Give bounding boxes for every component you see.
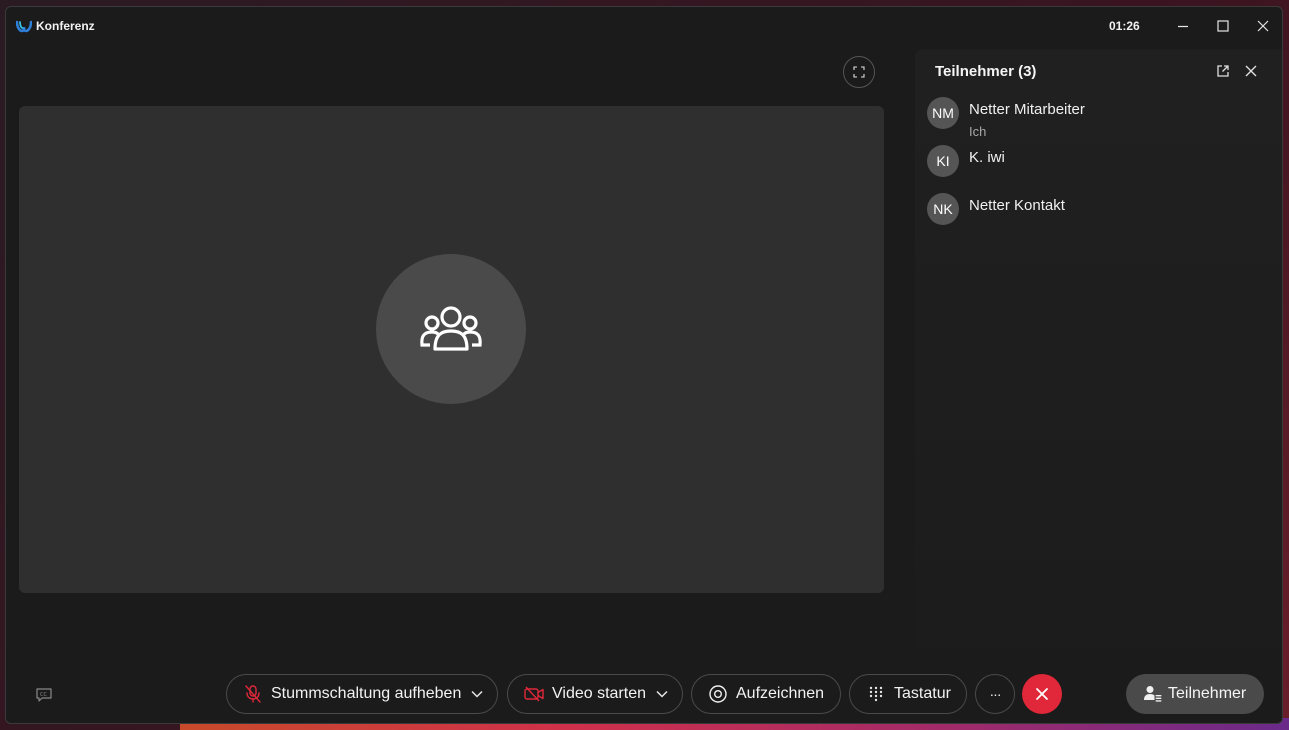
participants-button[interactable]: Teilnehmer bbox=[1126, 674, 1264, 714]
panel-title: Teilnehmer (3) bbox=[935, 63, 1037, 80]
more-options-button[interactable]: ··· bbox=[975, 674, 1015, 714]
minimize-icon bbox=[1178, 25, 1188, 28]
record-button[interactable]: Aufzeichnen bbox=[691, 674, 841, 714]
window-close-button[interactable] bbox=[1251, 15, 1275, 37]
close-icon bbox=[1245, 65, 1257, 77]
webex-logo-icon bbox=[16, 20, 32, 33]
participants-panel: Teilnehmer (3) NM Netter Mitarbeiter Ich… bbox=[915, 49, 1282, 649]
end-call-button[interactable] bbox=[1022, 674, 1062, 714]
fullscreen-button[interactable] bbox=[843, 56, 875, 88]
participant-row[interactable]: KI K. iwi bbox=[927, 145, 1267, 185]
panel-close-button[interactable] bbox=[1241, 61, 1261, 81]
title-bar: Konferenz 01:26 bbox=[6, 7, 1282, 45]
minimize-button[interactable] bbox=[1171, 15, 1195, 37]
keypad-label: Tastatur bbox=[894, 685, 951, 702]
fullscreen-icon bbox=[853, 66, 865, 78]
mic-off-icon bbox=[243, 684, 263, 704]
group-avatar bbox=[376, 254, 526, 404]
keypad-icon bbox=[866, 684, 886, 704]
unmute-button[interactable]: Stummschaltung aufheben bbox=[226, 674, 498, 714]
chevron-down-icon[interactable] bbox=[656, 690, 668, 698]
video-stage bbox=[19, 106, 884, 593]
app-title: Konferenz bbox=[36, 19, 95, 33]
captions-button[interactable]: CC bbox=[33, 684, 55, 706]
more-options-label: ··· bbox=[989, 686, 1002, 702]
meeting-timer: 01:26 bbox=[1109, 19, 1140, 33]
maximize-icon bbox=[1217, 20, 1229, 32]
participant-name: K. iwi bbox=[969, 149, 1005, 166]
avatar: NM bbox=[927, 97, 959, 129]
avatar: NK bbox=[927, 193, 959, 225]
start-video-label: Video starten bbox=[552, 685, 646, 702]
participant-name: Netter Mitarbeiter bbox=[969, 101, 1085, 118]
participant-subtitle: Ich bbox=[969, 124, 987, 139]
record-icon bbox=[708, 684, 728, 704]
maximize-button[interactable] bbox=[1211, 15, 1235, 37]
avatar: KI bbox=[927, 145, 959, 177]
app-window: Konferenz 01:26 Teilnehmer (3) NM Netter… bbox=[5, 6, 1283, 724]
pop-out-button[interactable] bbox=[1213, 61, 1233, 81]
person-list-icon bbox=[1144, 685, 1162, 703]
participants-button-label: Teilnehmer bbox=[1168, 685, 1247, 702]
participant-row[interactable]: NK Netter Kontakt bbox=[927, 193, 1267, 233]
close-icon bbox=[1257, 20, 1269, 32]
participant-row[interactable]: NM Netter Mitarbeiter Ich bbox=[927, 97, 1267, 139]
svg-text:CC: CC bbox=[40, 692, 47, 698]
chevron-down-icon[interactable] bbox=[471, 690, 483, 698]
keypad-button[interactable]: Tastatur bbox=[849, 674, 967, 714]
unmute-label: Stummschaltung aufheben bbox=[271, 685, 462, 702]
participant-name: Netter Kontakt bbox=[969, 197, 1065, 214]
record-label: Aufzeichnen bbox=[736, 685, 825, 702]
closed-captions-icon: CC bbox=[36, 688, 52, 702]
start-video-button[interactable]: Video starten bbox=[507, 674, 683, 714]
video-off-icon bbox=[524, 684, 544, 704]
pop-out-icon bbox=[1217, 65, 1229, 77]
people-group-icon bbox=[420, 306, 482, 351]
close-icon bbox=[1036, 688, 1048, 700]
